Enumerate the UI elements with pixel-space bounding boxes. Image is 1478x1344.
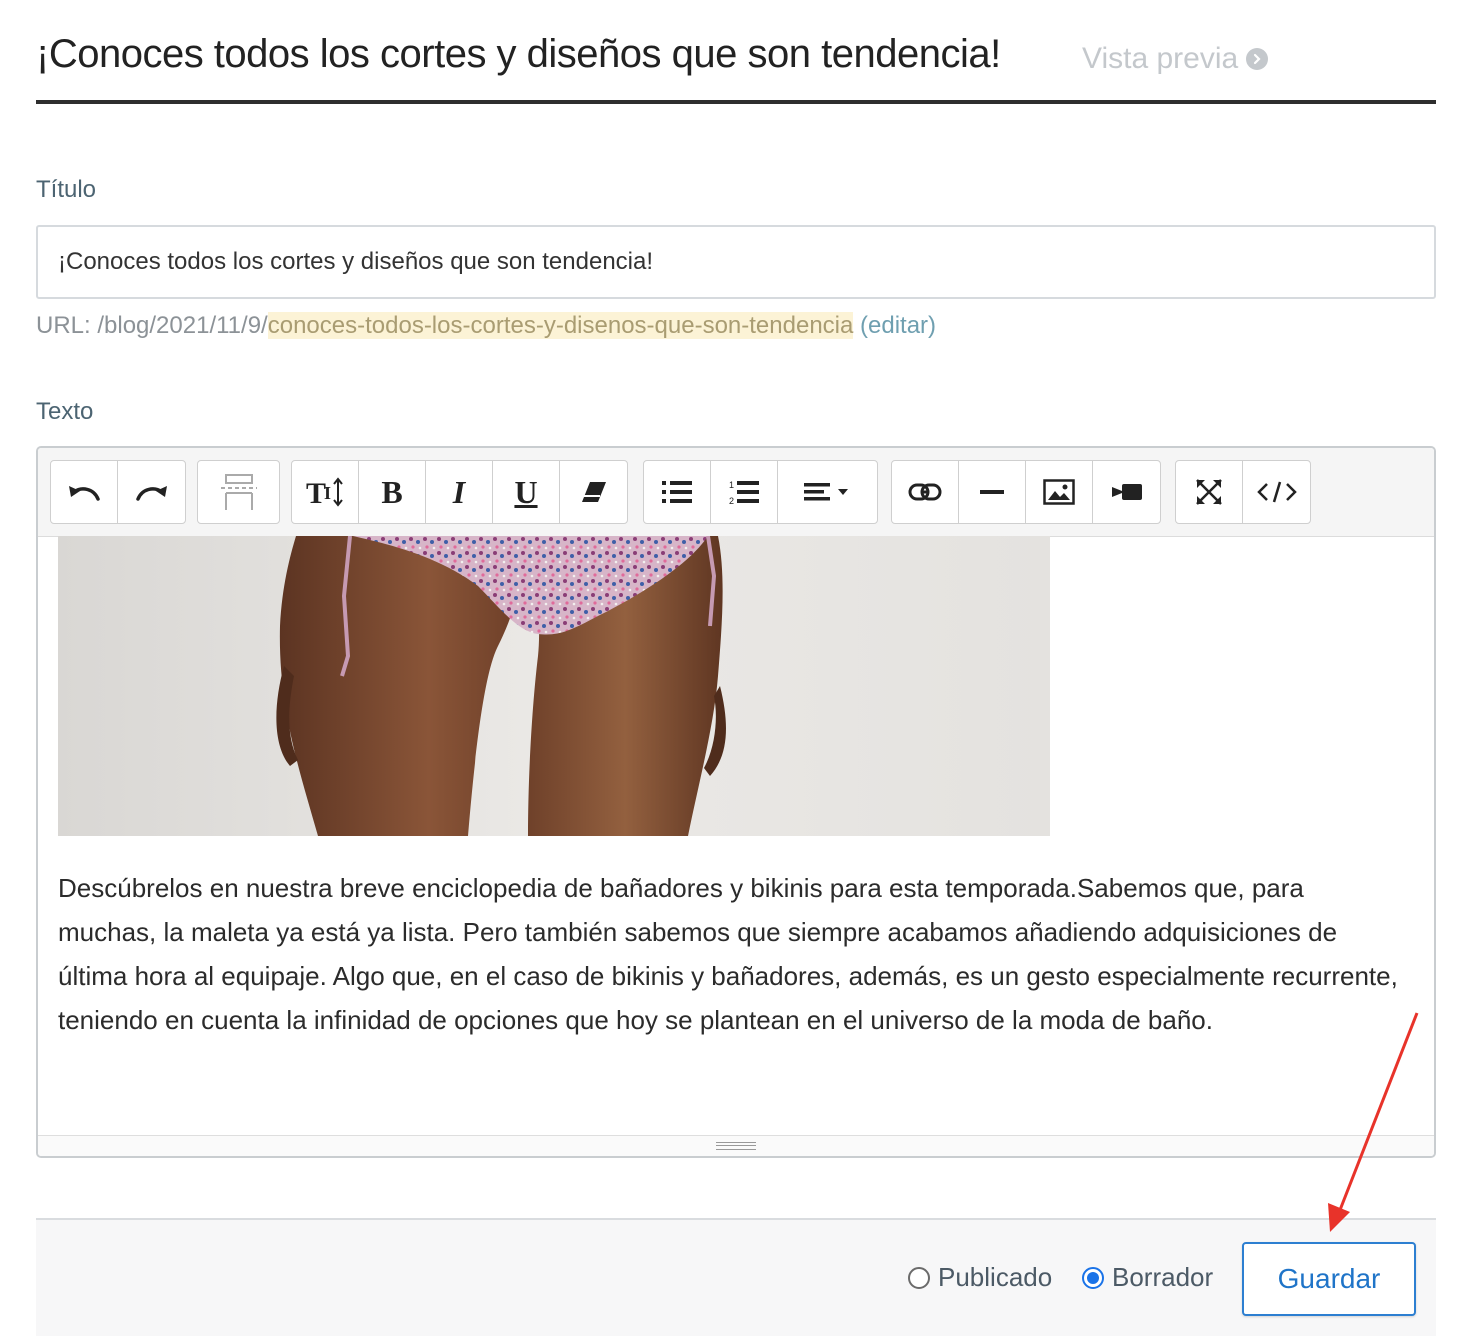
published-option[interactable]: Publicado [908, 1262, 1052, 1293]
numbered-list-button[interactable]: 12 [711, 461, 778, 523]
svg-text:2: 2 [729, 496, 734, 505]
swimwear-photo[interactable] [58, 536, 1050, 836]
svg-text:T: T [306, 477, 326, 507]
text-size-icon: TI [306, 477, 343, 507]
align-dropdown-icon [803, 483, 848, 501]
view-group [1175, 460, 1311, 524]
editor-toolbar: TI B I U 12 [38, 448, 1434, 537]
history-group [50, 460, 186, 524]
published-radio[interactable] [908, 1266, 930, 1289]
bold-icon: B [381, 473, 403, 510]
rich-text-editor: TI B I U 12 Descúbrelos en nuestra breve… [36, 446, 1436, 1158]
link-icon [908, 483, 942, 501]
editor-resize-handle[interactable] [38, 1135, 1434, 1156]
link-button[interactable] [892, 461, 959, 523]
text-size-button[interactable]: TI [292, 461, 359, 523]
svg-text:I: I [324, 483, 331, 503]
insert-group [891, 460, 1161, 524]
chevron-right-icon [1246, 48, 1269, 70]
draft-radio[interactable] [1082, 1266, 1104, 1289]
url-line: URL: /blog/2021/11/9/conoces-todos-los-c… [36, 312, 936, 340]
preview-link[interactable]: Vista previa [1082, 42, 1269, 76]
paragraph-group: 12 [643, 460, 878, 524]
horizontal-rule-button[interactable] [959, 461, 1026, 523]
draft-label: Borrador [1112, 1262, 1214, 1292]
video-button[interactable] [1093, 461, 1160, 523]
bullet-list-button[interactable] [644, 461, 711, 523]
image-icon [1043, 479, 1075, 505]
align-dropdown-button[interactable] [778, 461, 877, 523]
draft-option[interactable]: Borrador [1082, 1262, 1213, 1293]
numbered-list-icon: 12 [729, 480, 759, 505]
fullscreen-button[interactable] [1176, 461, 1243, 523]
undo-button[interactable] [51, 461, 118, 523]
preview-label: Vista previa [1082, 42, 1239, 75]
url-prefix: URL: /blog/2021/11/9/ [36, 312, 268, 339]
published-label: Publicado [938, 1262, 1053, 1292]
italic-button[interactable]: I [426, 461, 493, 523]
code-view-button[interactable] [1243, 461, 1310, 523]
page-header: ¡Conoces todos los cortes y diseños que … [36, 28, 1436, 104]
bold-button[interactable]: B [359, 461, 426, 523]
title-input[interactable] [36, 225, 1436, 299]
table-icon [220, 474, 257, 510]
bullet-list-icon [662, 481, 692, 503]
footer-bar: Publicado Borrador Guardar [36, 1218, 1436, 1336]
table-group [197, 460, 280, 524]
save-button[interactable]: Guardar [1242, 1242, 1416, 1316]
grip-icon [716, 1142, 756, 1150]
title-label: Título [36, 176, 97, 203]
table-button[interactable] [198, 461, 279, 523]
underline-icon: U [514, 473, 538, 510]
page-title: ¡Conoces todos los cortes y diseños que … [36, 32, 1001, 76]
body-text[interactable]: Descúbrelos en nuestra breve enciclopedi… [58, 866, 1408, 1042]
undo-icon [69, 486, 100, 501]
svg-text:1: 1 [729, 480, 734, 490]
text-label: Texto [36, 398, 94, 425]
redo-icon [135, 486, 167, 501]
editor-content[interactable]: Descúbrelos en nuestra breve enciclopedi… [38, 536, 1434, 1136]
italic-icon: I [452, 473, 466, 510]
code-view-icon [1256, 481, 1297, 503]
url-slug: conoces-todos-los-cortes-y-disenos-que-s… [267, 312, 854, 339]
clear-format-button[interactable] [560, 461, 627, 523]
underline-button[interactable]: U [493, 461, 560, 523]
redo-button[interactable] [118, 461, 185, 523]
eraser-icon [581, 482, 606, 502]
horizontal-rule-icon [980, 490, 1004, 494]
fullscreen-icon [1196, 479, 1222, 505]
url-edit-link[interactable]: (editar) [860, 312, 936, 339]
format-group: TI B I U [291, 460, 628, 524]
video-icon [1111, 484, 1142, 500]
image-button[interactable] [1026, 461, 1093, 523]
